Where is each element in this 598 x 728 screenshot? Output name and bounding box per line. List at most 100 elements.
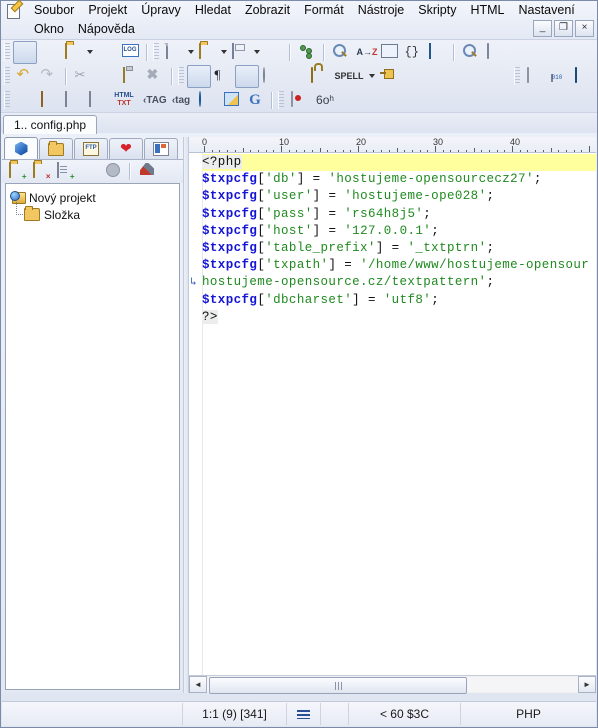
- new-file-icon[interactable]: [162, 41, 186, 64]
- color-table-icon[interactable]: [61, 89, 85, 112]
- sidebar-tab-favorites[interactable]: ❤: [109, 138, 143, 159]
- menu-zobrazit[interactable]: Zobrazit: [238, 1, 297, 20]
- log-icon[interactable]: LOG: [118, 41, 142, 64]
- spectacles-icon[interactable]: 6oʰ: [311, 89, 339, 112]
- highlighter-icon[interactable]: [235, 64, 259, 88]
- cut-icon[interactable]: ✂: [71, 65, 95, 88]
- spell-check-label[interactable]: SPELL: [331, 65, 367, 88]
- record-macro-icon[interactable]: [287, 89, 311, 112]
- goto-icon[interactable]: {}: [401, 41, 425, 64]
- code-line[interactable]: $txpcfg['dbcharset'] = 'utf8';: [202, 292, 596, 309]
- project-folder-open-icon[interactable]: [61, 41, 85, 64]
- code-line[interactable]: ↳ hostujeme-opensource.cz/textpattern';: [190, 274, 596, 291]
- remove-file-icon[interactable]: [77, 160, 101, 183]
- print-preview-icon[interactable]: [459, 41, 483, 64]
- tag-lower-icon[interactable]: ‹tag: [167, 89, 195, 112]
- print-icon[interactable]: [483, 41, 507, 64]
- flag-icon[interactable]: [219, 89, 243, 112]
- numbered-list-icon[interactable]: [283, 65, 307, 88]
- scroll-right-button[interactable]: ►: [578, 676, 596, 693]
- tree-node-folder[interactable]: Složka: [10, 202, 175, 223]
- menu-nastaveni[interactable]: Nastavení: [511, 1, 581, 20]
- horizontal-scrollbar[interactable]: ◄ ►: [189, 675, 596, 694]
- project-settings-icon[interactable]: [135, 160, 159, 183]
- sidebar-tab-project[interactable]: [4, 137, 38, 159]
- toolbar-grip[interactable]: [4, 43, 10, 61]
- toolbar-grip[interactable]: [4, 67, 10, 85]
- package-icon[interactable]: [37, 89, 61, 112]
- bookmark-pin-icon[interactable]: [376, 65, 400, 88]
- code-line[interactable]: $txpcfg['pass'] = 'rs64h8j5';: [202, 206, 596, 223]
- browser-preview-icon[interactable]: [195, 89, 219, 112]
- color-palette-icon[interactable]: [259, 65, 283, 88]
- code-line[interactable]: $txpcfg['user'] = 'hostujeme-ope028';: [202, 188, 596, 205]
- indent-icon[interactable]: [13, 89, 37, 112]
- menu-skripty[interactable]: Skripty: [411, 1, 463, 20]
- code-line[interactable]: $txpcfg['db'] = 'hostujeme-opensourcecz2…: [202, 171, 596, 188]
- menu-format[interactable]: Formát: [297, 1, 351, 20]
- project-cube-icon[interactable]: [13, 40, 37, 64]
- tab-config-php[interactable]: 1.. config.php: [3, 115, 98, 134]
- code-line[interactable]: $txpcfg['table_prefix'] = '_txtptrn';: [202, 240, 596, 257]
- scroll-left-button[interactable]: ◄: [189, 676, 207, 693]
- table-10-icon[interactable]: [85, 89, 109, 112]
- code-area[interactable]: <?php $txpcfg['db'] = 'hostujeme-opensour…: [189, 153, 596, 675]
- code-line[interactable]: ?>: [202, 309, 596, 326]
- panel-toggle-icon[interactable]: [523, 65, 547, 88]
- project-tree[interactable]: Nový projekt Složka: [5, 183, 180, 690]
- undo-icon[interactable]: ↶: [13, 65, 37, 88]
- menu-soubor[interactable]: Soubor: [27, 1, 81, 20]
- hex-editor-icon[interactable]: [547, 65, 571, 88]
- code-line[interactable]: <?php: [202, 154, 596, 172]
- toolbar-grip[interactable]: [278, 91, 284, 109]
- open-file-dropdown-arrow[interactable]: [219, 42, 228, 63]
- project-dropdown-arrow[interactable]: [85, 42, 94, 63]
- spell-dropdown-arrow[interactable]: [367, 66, 376, 87]
- project-open-icon[interactable]: [37, 41, 61, 64]
- minimize-button[interactable]: _: [533, 20, 552, 37]
- toolbar-grip[interactable]: [153, 43, 159, 61]
- preview-monitor-icon[interactable]: [571, 65, 595, 88]
- close-file-icon[interactable]: [261, 41, 285, 64]
- project-save-icon[interactable]: [94, 41, 118, 64]
- restore-button[interactable]: ❐: [554, 20, 573, 37]
- menu-okno[interactable]: Okno: [27, 20, 71, 39]
- code-lines[interactable]: <?php $txpcfg['db'] = 'hostujeme-opensour…: [190, 153, 596, 675]
- remove-project-icon[interactable]: ×: [29, 160, 53, 183]
- menu-html[interactable]: HTML: [463, 1, 511, 20]
- toolbar-grip[interactable]: [514, 67, 520, 85]
- format-text-icon[interactable]: [187, 64, 211, 88]
- code-explorer-icon[interactable]: [295, 41, 319, 64]
- close-button[interactable]: ×: [575, 20, 594, 37]
- menu-upravy[interactable]: Úpravy: [134, 1, 188, 20]
- save-dropdown-arrow[interactable]: [252, 42, 261, 63]
- scroll-thumb[interactable]: [209, 677, 467, 694]
- tag-upper-icon[interactable]: ‹TAG: [139, 89, 167, 112]
- menu-projekt[interactable]: Projekt: [81, 1, 134, 20]
- open-file-icon[interactable]: [195, 41, 219, 64]
- redo-icon[interactable]: ↷: [37, 65, 61, 88]
- add-file-icon[interactable]: +: [53, 160, 77, 183]
- html-to-txt-icon[interactable]: HTML TXT: [109, 89, 139, 112]
- dictionary-icon[interactable]: [425, 41, 449, 64]
- find-icon[interactable]: [329, 41, 353, 64]
- code-line[interactable]: $txpcfg['txpath'] = '/home/www/hostujeme…: [202, 257, 596, 274]
- new-file-dropdown-arrow[interactable]: [186, 42, 195, 63]
- pilcrow-icon[interactable]: ¶: [211, 65, 235, 88]
- find-in-files-icon[interactable]: [377, 41, 401, 64]
- menu-hledat[interactable]: Hledat: [188, 1, 238, 20]
- save-file-icon[interactable]: [228, 41, 252, 64]
- google-icon[interactable]: G: [243, 89, 267, 112]
- sidebar-tab-files[interactable]: [39, 138, 73, 159]
- toolbar-grip[interactable]: [4, 91, 10, 109]
- project-options-icon[interactable]: [101, 160, 125, 183]
- copy-icon[interactable]: [95, 65, 119, 88]
- status-wrap-icon[interactable]: [287, 703, 321, 725]
- sidebar-tab-ftp[interactable]: FTP: [74, 138, 108, 159]
- code-line[interactable]: $txpcfg['host'] = '127.0.0.1';: [202, 223, 596, 240]
- scroll-track[interactable]: [207, 677, 578, 694]
- tree-node-project[interactable]: Nový projekt: [10, 189, 175, 206]
- lock-icon[interactable]: [307, 65, 331, 88]
- sidebar-tab-windows[interactable]: [144, 138, 178, 159]
- replace-icon[interactable]: A→Z: [353, 41, 378, 64]
